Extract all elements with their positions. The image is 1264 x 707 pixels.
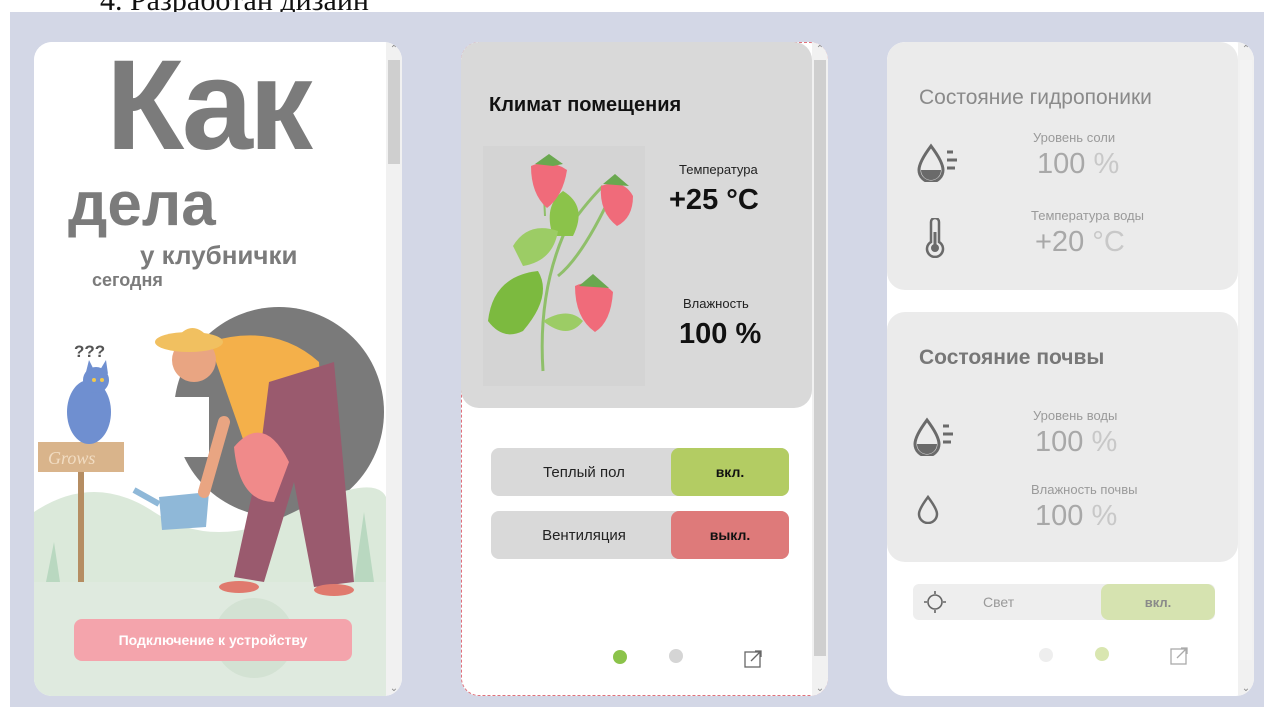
toggle-light[interactable]: Свет вкл. [913,584,1215,620]
canvas: Grows Как дела у клубнички сегодня ??? П… [10,12,1264,707]
drop-level-icon [913,417,953,456]
scroll-thumb[interactable] [814,60,826,656]
connect-device-button[interactable]: Подключение к устройству [74,619,352,661]
salt-value: 100 % [1037,148,1120,180]
scroll-up-icon[interactable]: ⌃ [1241,44,1251,55]
pager-dot-active[interactable] [613,650,627,664]
water-level-value: 100 % [1035,426,1118,458]
scroll-up-icon[interactable]: ⌃ [389,44,399,55]
hydroponics-screen: Состояние гидропоники Уровень соли 100 %… [887,42,1254,696]
humidity-label: Влажность [683,296,749,311]
water-temp-value: +20 °C [1035,226,1125,258]
question-marks: ??? [74,342,106,361]
scroll-thumb[interactable] [388,60,400,164]
toggle-warm-floor-state[interactable]: вкл. [671,448,789,496]
share-icon[interactable] [1169,644,1191,666]
scroll-up-icon[interactable]: ⌃ [815,44,825,55]
water-level-label: Уровень воды [1033,408,1118,423]
strawberry-plant-image [483,146,645,386]
toggle-ventilation-label: Вентиляция [542,526,626,544]
drop-level-icon [917,143,957,182]
pager-dot[interactable] [1039,648,1053,662]
climate-screen: Климат помещения Температура +25 °C Влаж… [461,42,828,696]
toggle-ventilation-state[interactable]: выкл. [671,511,789,559]
sun-icon [924,591,946,613]
hero-title-mid: дела [68,170,216,239]
share-icon[interactable] [743,647,765,669]
hydroponics-title: Состояние гидропоники [919,86,1152,109]
scrollbar[interactable]: ⌃ ⌄ [812,42,828,696]
scrollbar[interactable]: ⌃ ⌄ [1238,42,1254,696]
hero-subtitle: у клубнички [140,240,298,270]
strawberry-icon [488,154,633,372]
climate-title: Климат помещения [489,94,682,116]
temperature-value: +25 °C [669,184,759,216]
hero-title-big: Как [106,42,313,177]
scrollbar[interactable]: ⌃ ⌄ [386,42,402,696]
humidity-value: 100 % [679,318,762,350]
splash-screen: Grows Как дела у клубнички сегодня ??? П… [34,42,402,696]
soil-moisture-label: Влажность почвы [1031,482,1138,497]
thermometer-icon [925,218,945,258]
toggle-warm-floor-label: Теплый пол [543,463,625,481]
scroll-down-icon[interactable]: ⌄ [1241,683,1251,694]
hero-subtitle-today: сегодня [92,270,163,290]
water-temp-label: Температура воды [1031,208,1144,223]
drop-icon [917,494,939,524]
svg-text:Grows: Grows [48,448,95,468]
soil-title: Состояние почвы [919,346,1105,369]
scroll-down-icon[interactable]: ⌄ [815,683,825,694]
salt-label: Уровень соли [1033,130,1116,145]
toggle-ventilation[interactable]: Вентиляция выкл. [491,511,789,559]
scroll-down-icon[interactable]: ⌄ [389,683,399,694]
toggle-light-label: Свет [983,594,1015,610]
temperature-label: Температура [679,162,758,177]
pager-dot[interactable] [669,649,683,663]
toggle-warm-floor[interactable]: Теплый пол вкл. [491,448,789,496]
soil-moisture-value: 100 % [1035,500,1118,532]
scroll-thumb[interactable] [1240,60,1252,660]
pager-dot-active[interactable] [1095,647,1109,661]
toggle-light-state[interactable]: вкл. [1101,584,1215,620]
